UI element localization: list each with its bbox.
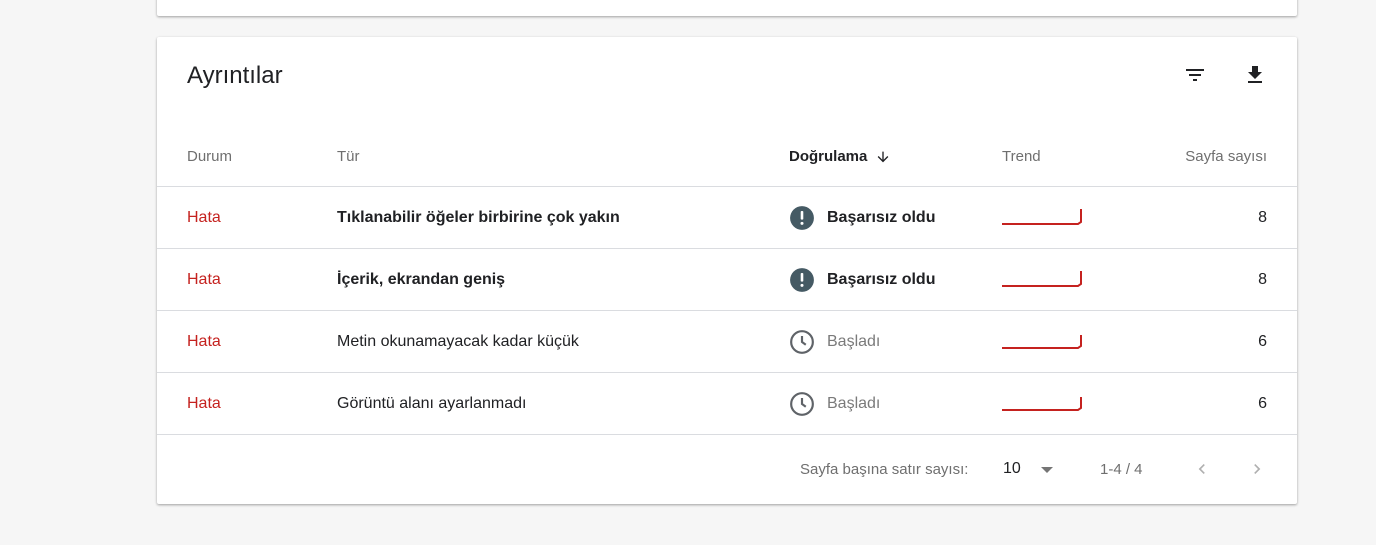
column-header-validation[interactable]: Doğrulama [789,127,891,186]
download-button[interactable] [1237,57,1273,93]
row-pages: 6 [1258,394,1267,412]
column-header-type[interactable]: Tür [337,127,360,186]
clock-icon [790,329,814,354]
caret-down-icon [1041,467,1053,473]
row-validation-label: Başarısız oldu [827,208,936,226]
row-status: Hata [187,332,221,350]
trend-sparkline [1002,270,1082,287]
column-header-trend: Trend [1002,148,1041,165]
next-page-button[interactable] [1242,439,1272,499]
row-validation-label: Başarısız oldu [827,270,936,288]
filter-button[interactable] [1177,57,1213,93]
error-icon [790,205,814,230]
table-row[interactable]: Hata Görüntü alanı ayarlanmadı Başladı 6 [157,373,1297,435]
clock-icon [790,391,814,416]
table-row[interactable]: Hata Tıklanabilir öğeler birbirine çok y… [157,187,1297,249]
chevron-right-icon [1254,464,1261,474]
row-trend [1002,187,1084,248]
rows-per-page-label: Sayfa başına satır sayısı: [800,460,969,478]
trend-sparkline [1002,208,1082,225]
row-validation: Başladı [789,311,880,372]
row-type: İçerik, ekrandan geniş [337,270,506,288]
row-validation-label: Başladı [827,394,881,412]
previous-page-button[interactable] [1187,439,1217,499]
row-status: Hata [187,394,221,412]
row-trend [1002,311,1084,372]
row-type: Görüntü alanı ayarlanmadı [337,394,527,412]
row-status: Hata [187,270,221,288]
row-trend [1002,373,1084,434]
error-icon [790,267,814,292]
row-pages: 6 [1258,332,1267,350]
row-validation-label: Başladı [827,332,881,350]
table-row[interactable]: Hata Metin okunamayacak kadar küçük Başl… [157,311,1297,373]
trend-sparkline [1002,334,1082,349]
row-pages: 8 [1258,270,1267,288]
filter-icon [1186,69,1204,81]
download-icon [1248,66,1262,83]
row-pages: 8 [1258,208,1267,226]
table-header: Durum Tür Doğrulama Trend Sayfa sayısı [157,127,1297,187]
previous-card [157,0,1297,16]
row-validation: Başarısız oldu [789,249,935,310]
arrow-down-icon [875,149,891,165]
column-header-validation-label: Doğrulama [789,148,868,165]
row-type: Tıklanabilir öğeler birbirine çok yakın [337,208,620,226]
rows-per-page-value: 10 [1003,460,1021,477]
row-validation: Başladı [789,373,880,434]
table-body: Hata Tıklanabilir öğeler birbirine çok y… [157,187,1297,435]
column-header-pages[interactable]: Sayfa sayısı [1185,127,1267,186]
page-range: 1-4 / 4 [1100,460,1143,478]
row-validation: Başarısız oldu [789,187,935,248]
column-header-status[interactable]: Durum [187,127,232,186]
row-type: Metin okunamayacak kadar küçük [337,332,579,350]
trend-sparkline [1002,396,1082,411]
row-status: Hata [187,208,221,226]
rows-per-page-select[interactable]: 10 [1003,439,1061,499]
table-row[interactable]: Hata İçerik, ekrandan geniş Başarısız ol… [157,249,1297,311]
chevron-left-icon [1198,464,1205,474]
card-title: Ayrıntılar [187,62,283,89]
row-trend [1002,249,1084,310]
pagination-footer: Sayfa başına satır sayısı: 10 1-4 / 4 [157,439,1297,499]
details-card: Ayrıntılar Durum Tür Doğrulama Trend Say… [157,37,1297,504]
